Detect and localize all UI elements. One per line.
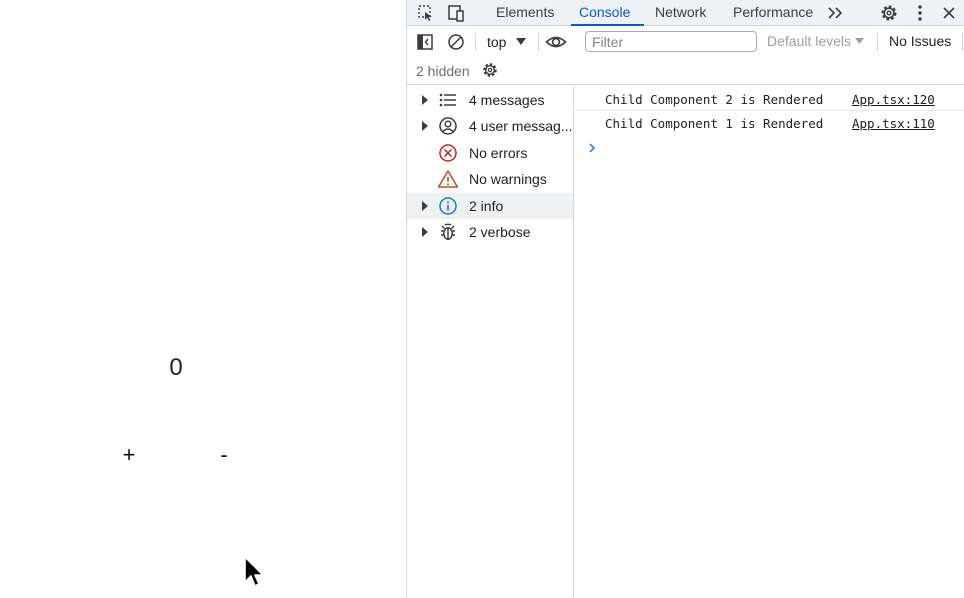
clear-console-icon[interactable] [445,31,467,53]
list-icon [437,89,459,111]
expand-caret-icon[interactable] [422,201,428,211]
close-icon[interactable] [938,2,960,24]
context-selector[interactable]: top [487,32,527,52]
sidebar-item-label: 2 verbose [469,224,531,240]
sidebar-item-label: 2 info [469,198,504,214]
mouse-cursor-icon [244,556,264,587]
increment-button[interactable]: + [116,442,142,468]
console-message: Child Component 2 is Rendered App.tsx:12… [575,87,964,111]
device-toolbar-icon[interactable] [445,2,467,24]
decrement-button[interactable]: - [211,442,237,468]
user-icon [437,115,459,137]
sidebar-toggle-icon[interactable] [414,31,436,53]
info-icon [437,195,459,217]
sidebar-item-label: 4 messages [469,92,545,108]
sidebar-item-verbose[interactable]: 2 verbose [407,219,573,245]
sidebar-item-label: No errors [469,145,528,161]
caret-down-icon [855,37,865,44]
console-message-text: Child Component 1 is Rendered [605,116,824,131]
caret-down-icon [516,38,527,45]
console-message: Child Component 1 is Rendered App.tsx:11… [575,111,964,135]
tab-elements[interactable]: Elements [496,0,554,26]
console-message-text: Child Component 2 is Rendered [605,92,824,107]
devtools-panel: Elements Console Network Performance top [406,0,964,598]
filter-input[interactable] [585,31,757,52]
sidebar-item-user-messages[interactable]: 4 user messag... [407,113,573,139]
sidebar-item-info[interactable]: 2 info [407,193,573,219]
tab-console[interactable]: Console [570,0,645,26]
sidebar-item-warnings[interactable]: No warnings [407,166,573,192]
console-prompt-chevron-icon[interactable] [586,140,598,156]
devtools-tabbar: Elements Console Network Performance [407,0,964,26]
app-viewport: 0 + - [0,0,406,598]
console-settings-gear-icon[interactable] [479,59,501,81]
live-expression-eye-icon[interactable] [545,31,567,53]
counter-value: 0 [169,354,183,381]
console-source-link[interactable]: App.tsx:110 [852,116,935,131]
tab-performance[interactable]: Performance [733,0,813,26]
console-toolbar: top Default levels No Issues [407,27,964,57]
sidebar-item-label: No warnings [469,171,547,187]
sidebar-item-label: 4 user messag... [469,118,573,134]
toolbar-divider [538,33,539,51]
hidden-count: 2 hidden [416,63,470,79]
console-source-link[interactable]: App.tsx:120 [852,92,935,107]
console-output: Child Component 2 is Rendered App.tsx:12… [575,86,964,598]
context-label: top [487,34,507,50]
console-sidebar: 4 messages 4 user messag... No errors No… [407,86,574,598]
expand-caret-icon[interactable] [422,95,428,105]
tab-network[interactable]: Network [655,0,706,26]
console-status-bar: 2 hidden [407,57,964,85]
inspect-element-icon[interactable] [415,2,437,24]
toolbar-divider [877,33,878,51]
sidebar-item-errors[interactable]: No errors [407,140,573,166]
error-icon [437,142,459,164]
levels-label: Default levels [767,33,852,49]
toolbar-divider [475,33,476,51]
more-tabs-icon[interactable] [825,2,847,24]
issues-button[interactable]: No Issues [889,33,951,49]
toolbar-divider [962,33,963,51]
expand-caret-icon[interactable] [422,227,428,237]
kebab-menu-icon[interactable] [909,2,931,24]
warning-icon [437,168,459,190]
log-levels-dropdown[interactable]: Default levels [767,33,865,49]
sidebar-item-messages[interactable]: 4 messages [407,87,573,113]
bug-icon [437,221,459,243]
expand-caret-icon[interactable] [422,121,428,131]
settings-gear-icon[interactable] [878,2,900,24]
